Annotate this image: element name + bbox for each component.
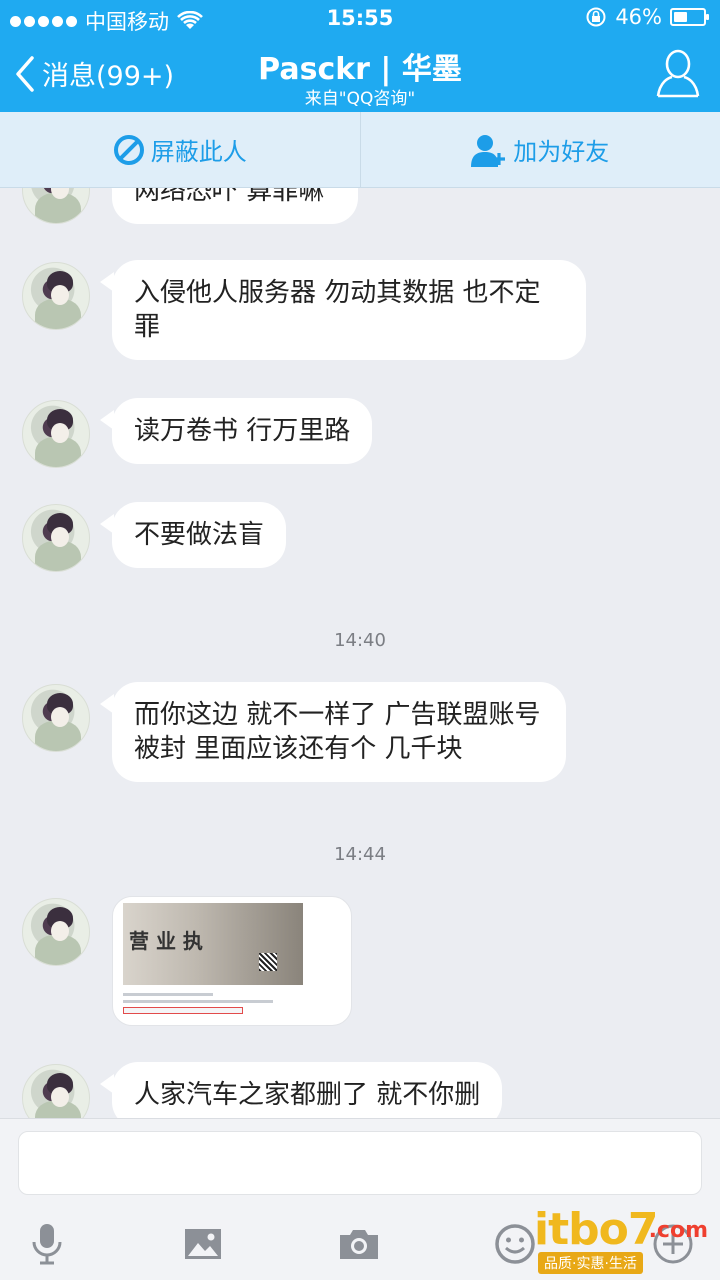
status-right: 46%: [585, 5, 709, 29]
emoji-button[interactable]: [490, 1219, 540, 1269]
site-watermark: itbo7 .com 品质·实惠·生活: [534, 1204, 714, 1274]
top-bar: 中国移动 15:55 46% 消息(99+) Pasckr | 华墨 来自"QQ…: [0, 0, 720, 112]
camera-icon: [340, 1230, 378, 1259]
action-bar: 屏蔽此人 加为好友: [0, 112, 720, 188]
add-friend-button[interactable]: 加为好友: [359, 112, 720, 187]
profile-button[interactable]: [656, 48, 700, 98]
message-text: 而你这边 就不一样了 广告联盟账号被封 里面应该还有个 几千块: [134, 700, 541, 764]
message-bubble[interactable]: 入侵他人服务器 勿动其数据 也不定罪: [100, 260, 586, 360]
camera-button[interactable]: [334, 1219, 384, 1269]
battery-percent: 46%: [615, 5, 662, 29]
chat-subtitle: 来自"QQ咨询": [304, 89, 416, 109]
qr-code: [259, 953, 277, 971]
message-input[interactable]: [18, 1131, 702, 1195]
block-user-button[interactable]: 屏蔽此人: [0, 112, 360, 187]
avatar[interactable]: [22, 188, 90, 224]
battery-icon: [670, 8, 709, 26]
message-bubble[interactable]: 人家汽车之家都删了 就不你删: [99, 1062, 503, 1118]
message-text: 入侵他人服务器 勿动其数据 也不定罪: [134, 278, 541, 342]
microphone-icon: [32, 1224, 62, 1265]
message-text: 读万卷书 行万里路: [134, 416, 351, 446]
chat-title: Pasckr | 华墨: [258, 52, 462, 87]
image-message[interactable]: 营 业 执: [112, 896, 352, 1026]
emoji-icon: [495, 1224, 535, 1264]
avatar[interactable]: [22, 898, 90, 966]
block-label: 屏蔽此人: [150, 138, 247, 166]
add-person-icon: [471, 134, 506, 167]
input-area: itbo7 .com 品质·实惠·生活: [0, 1118, 720, 1280]
avatar[interactable]: [22, 262, 90, 330]
voice-button[interactable]: [22, 1219, 72, 1269]
watermark-domain: .com: [648, 1218, 708, 1243]
business-license-photo: 营 业 执: [123, 903, 303, 985]
timestamp: 14:44: [334, 844, 386, 865]
image-icon: [185, 1229, 221, 1259]
license-title: 营 业 执: [129, 929, 203, 953]
message-bubble[interactable]: 网络恐吓 算罪嘛: [100, 188, 358, 224]
message-bubble[interactable]: 而你这边 就不一样了 广告联盟账号被封 里面应该还有个 几千块: [100, 682, 566, 782]
block-icon: [113, 134, 144, 165]
message-text: 不要做法盲: [134, 520, 265, 550]
chat-area[interactable]: 网络恐吓 算罪嘛 入侵他人服务器 勿动其数据 也不定罪 读万卷书 行万里路 不要…: [0, 188, 720, 1118]
person-icon: [656, 49, 700, 98]
rotation-lock-icon: [586, 7, 606, 27]
watermark-logo: itbo7: [534, 1204, 658, 1255]
message-bubble[interactable]: 不要做法盲: [99, 502, 287, 568]
watermark-slogan: 品质·实惠·生活: [538, 1252, 643, 1274]
add-friend-label: 加为好友: [513, 138, 610, 166]
status-bar: 中国移动 15:55 46%: [0, 0, 720, 38]
message-text: 网络恐吓 算罪嘛: [134, 188, 325, 206]
avatar[interactable]: [22, 684, 90, 752]
watermark-brand: itbo7: [534, 1204, 658, 1255]
avatar[interactable]: [22, 1064, 90, 1118]
message-bubble[interactable]: 读万卷书 行万里路: [99, 398, 373, 464]
timestamp: 14:40: [334, 630, 386, 651]
avatar[interactable]: [22, 400, 90, 468]
avatar[interactable]: [22, 504, 90, 572]
message-text: 人家汽车之家都删了 就不你删: [134, 1080, 481, 1110]
image-button[interactable]: [178, 1219, 228, 1269]
document-lines: [123, 993, 343, 1023]
